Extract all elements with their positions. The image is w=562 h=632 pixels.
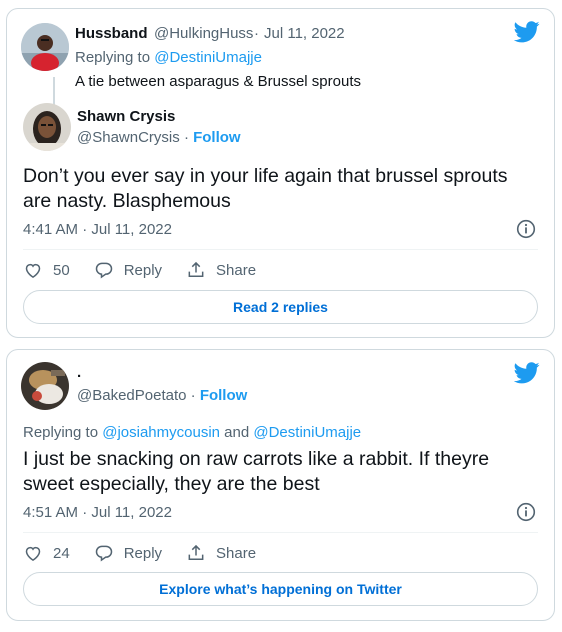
action-bar: 24 Reply Share bbox=[23, 543, 280, 563]
author-handle-row: @BakedPoetato · Follow bbox=[77, 387, 247, 404]
tweet-timestamp[interactable]: 4:51 AM · Jul 11, 2022 bbox=[23, 504, 172, 521]
share-icon bbox=[188, 261, 204, 277]
info-icon[interactable] bbox=[516, 219, 536, 239]
tweet-text: I just be snacking on raw carrots like a… bbox=[23, 448, 490, 495]
author-handle[interactable]: @ShawnCrysis bbox=[77, 129, 180, 146]
tweet-card: . @BakedPoetato · Follow Replying to @jo… bbox=[6, 349, 555, 621]
author-handle[interactable]: @BakedPoetato bbox=[77, 387, 186, 404]
tweet-timestamp[interactable]: 4:41 AM · Jul 11, 2022 bbox=[23, 221, 172, 238]
share-label: Share bbox=[216, 544, 257, 562]
reply-button[interactable]: Reply bbox=[94, 543, 162, 563]
thread-connector bbox=[53, 77, 55, 105]
avatar[interactable] bbox=[21, 362, 69, 410]
mention-link[interactable]: @DestiniUmajje bbox=[253, 424, 361, 441]
author-name[interactable]: Shawn Crysis bbox=[77, 108, 175, 125]
like-button[interactable]: 24 bbox=[23, 543, 70, 563]
heart-icon bbox=[25, 263, 41, 278]
divider bbox=[23, 532, 538, 533]
twitter-bird-icon[interactable] bbox=[514, 21, 540, 43]
share-label: Share bbox=[216, 261, 257, 279]
author-handle[interactable]: @HulkingHuss bbox=[154, 25, 253, 42]
action-bar: 50 Reply Share bbox=[23, 260, 280, 280]
like-button[interactable]: 50 bbox=[23, 260, 70, 280]
replying-prefix: Replying to bbox=[23, 424, 99, 441]
author-name[interactable]: Hussband bbox=[75, 25, 148, 42]
explore-twitter-button[interactable]: Explore what’s happening on Twitter bbox=[23, 572, 538, 606]
follow-link[interactable]: Follow bbox=[200, 387, 248, 404]
mention-link[interactable]: @DestiniUmajje bbox=[154, 49, 262, 66]
reply-label: Reply bbox=[123, 544, 163, 562]
replying-prefix: Replying to bbox=[75, 49, 151, 66]
separator-dot: · bbox=[190, 387, 200, 404]
reply-label: Reply bbox=[123, 261, 163, 279]
share-button[interactable]: Share bbox=[186, 543, 256, 563]
like-count: 24 bbox=[53, 544, 70, 562]
author-name[interactable]: . bbox=[77, 364, 81, 381]
tweet-text: Don’t you ever say in your life again th… bbox=[23, 165, 508, 212]
avatar[interactable] bbox=[21, 23, 69, 71]
avatar[interactable] bbox=[23, 103, 71, 151]
author-handle-row: @ShawnCrysis · Follow bbox=[77, 129, 241, 146]
share-button[interactable]: Share bbox=[186, 260, 256, 280]
reply-button[interactable]: Reply bbox=[94, 260, 162, 280]
tweet-date[interactable]: Jul 11, 2022 bbox=[264, 25, 345, 42]
separator-dot: · bbox=[183, 129, 194, 146]
replying-to-label: Replying to @DestiniUmajje bbox=[75, 49, 262, 66]
replying-to-label: Replying to @josiahmycousin and @Destini… bbox=[23, 424, 361, 441]
twitter-bird-icon[interactable] bbox=[514, 362, 540, 384]
read-replies-button[interactable]: Read 2 replies bbox=[23, 290, 538, 324]
reply-bubble-icon bbox=[95, 262, 112, 279]
follow-link[interactable]: Follow bbox=[193, 129, 241, 146]
reply-bubble-icon bbox=[95, 545, 112, 562]
info-icon[interactable] bbox=[516, 502, 536, 522]
replying-and: and bbox=[224, 424, 250, 441]
like-count: 50 bbox=[53, 261, 70, 279]
separator-dot: · bbox=[254, 25, 259, 42]
divider bbox=[23, 249, 538, 250]
mention-link[interactable]: @josiahmycousin bbox=[102, 424, 220, 441]
tweet-card: Hussband @HulkingHuss · Jul 11, 2022 Rep… bbox=[6, 8, 555, 338]
share-icon bbox=[188, 544, 204, 560]
parent-tweet-text: A tie between asparagus & Brussel sprout… bbox=[75, 73, 361, 90]
heart-icon bbox=[25, 546, 41, 561]
